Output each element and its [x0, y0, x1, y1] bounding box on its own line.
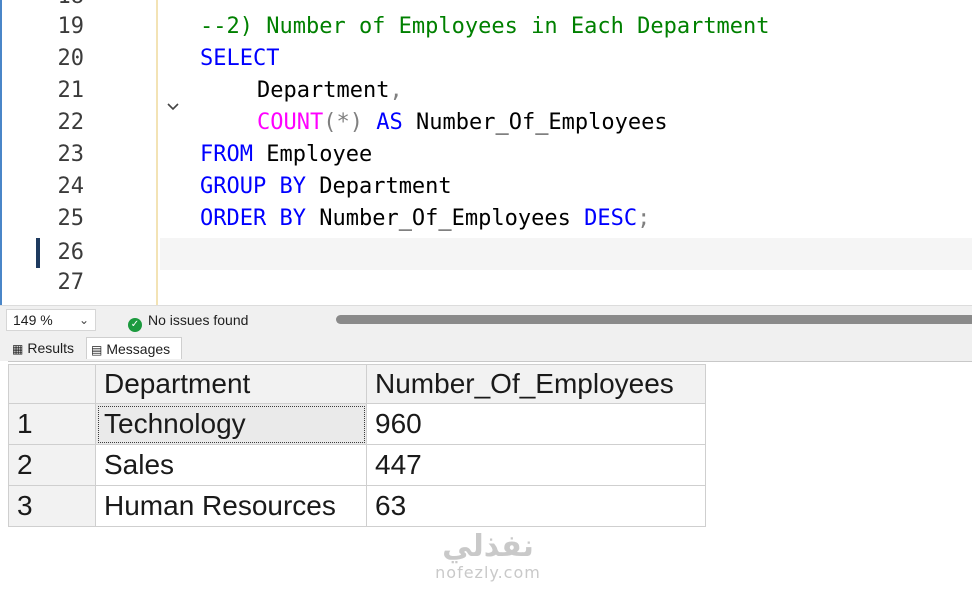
results-tab-bar: ▦ Results ▤ Messages [0, 333, 972, 361]
column-header-count[interactable]: Number_Of_Employees [366, 364, 706, 404]
line-number: 19 [57, 14, 85, 39]
code-line-25: 25 ORDER BY Number_Of_Employees DESC; [0, 206, 972, 238]
line-number: 25 [57, 206, 85, 231]
line-number: 22 [57, 110, 85, 135]
tab-messages-label: Messages [106, 341, 171, 357]
code-line-26: 26 [0, 240, 972, 272]
tab-results[interactable]: ▦ Results [8, 337, 86, 359]
editor-status-bar: 149 % ⌄ ✓ No issues found [0, 305, 972, 333]
watermark-logo: نفذلي nofezly.com [428, 530, 548, 582]
chevron-down-icon: ⌄ [78, 313, 89, 327]
code-line-20: 20 SELECT [0, 46, 972, 111]
tab-messages[interactable]: ▤ Messages [86, 337, 182, 359]
grid-corner[interactable] [8, 364, 96, 404]
identifier: Number_Of_Employees [319, 206, 571, 231]
zoom-select[interactable]: 149 % ⌄ [6, 309, 96, 331]
sql-code: GROUP BY Department [200, 174, 452, 199]
current-line-marker [36, 238, 40, 268]
function-count: COUNT [257, 110, 324, 135]
line-number: 21 [57, 78, 85, 103]
grid-cell[interactable]: 63 [366, 485, 706, 527]
line-number: 23 [57, 142, 85, 167]
grid-cell[interactable]: 960 [366, 403, 706, 445]
message-icon: ▤ [91, 343, 103, 357]
grid-cell[interactable]: Human Resources [95, 485, 367, 527]
punctuation: (*) [323, 110, 363, 135]
keyword-desc: DESC [584, 206, 638, 231]
line-number: 27 [57, 270, 85, 295]
keyword-order-by: ORDER BY [200, 206, 306, 231]
zoom-value: 149 % [13, 312, 53, 328]
sql-code: Department, [257, 78, 403, 103]
code-line-22: 22 COUNT(*) AS Number_Of_Employees [0, 110, 972, 142]
issues-indicator[interactable]: ✓ No issues found [128, 311, 248, 332]
line-number: 20 [57, 46, 85, 71]
keyword-from: FROM [200, 142, 253, 167]
identifier: Number_Of_Employees [415, 110, 668, 135]
line-number: 24 [57, 174, 85, 199]
keyword-as: AS [376, 110, 403, 135]
row-number[interactable]: 2 [8, 444, 96, 486]
code-line-24: 24 GROUP BY Department [0, 174, 972, 206]
table-row: 2 Sales 447 [8, 444, 706, 486]
line-number: 18 [40, 0, 85, 9]
line-number: 26 [57, 240, 85, 265]
sql-code: COUNT(*) AS Number_Of_Employees [257, 110, 668, 135]
row-number[interactable]: 3 [8, 485, 96, 527]
code-line-23: 23 FROM Employee [0, 142, 972, 174]
grid-header-row: Department Number_Of_Employees [8, 364, 706, 404]
sql-comment: --2) Number of Employees in Each Departm… [200, 14, 770, 39]
horizontal-scrollbar[interactable] [336, 315, 972, 324]
sql-code: FROM Employee [200, 142, 372, 167]
grid-cell[interactable]: Sales [95, 444, 367, 486]
table-row: 1 Technology 960 [8, 403, 706, 445]
code-line-27: 27 [0, 270, 972, 302]
punctuation: , [389, 78, 403, 103]
results-grid: Department Number_Of_Employees 1 Technol… [8, 364, 706, 527]
grid-cell[interactable]: 447 [366, 444, 706, 486]
grid-cell[interactable]: Technology [95, 403, 367, 445]
tab-results-label: Results [27, 340, 75, 356]
identifier: Department [319, 174, 452, 199]
sql-editor[interactable]: 18 19 --2) Number of Employees in Each D… [0, 0, 972, 305]
code-line-21: 21 Department, [0, 78, 972, 110]
identifier: Employee [266, 142, 373, 167]
watermark-arabic: نفذلي [442, 529, 534, 564]
table-row: 3 Human Resources 63 [8, 485, 706, 527]
identifier: Department [257, 78, 390, 103]
column-header-department[interactable]: Department [95, 364, 367, 404]
keyword-group-by: GROUP BY [200, 174, 306, 199]
watermark-latin: nofezly.com [435, 563, 541, 582]
issues-label: No issues found [148, 312, 249, 328]
check-circle-icon: ✓ [128, 318, 142, 332]
keyword-select: SELECT [200, 46, 280, 71]
punctuation: ; [637, 206, 651, 231]
sql-code: ORDER BY Number_Of_Employees DESC; [200, 206, 650, 231]
grid-icon: ▦ [12, 342, 24, 356]
code-line-19: 19 --2) Number of Employees in Each Depa… [0, 14, 972, 46]
row-number[interactable]: 1 [8, 403, 96, 445]
